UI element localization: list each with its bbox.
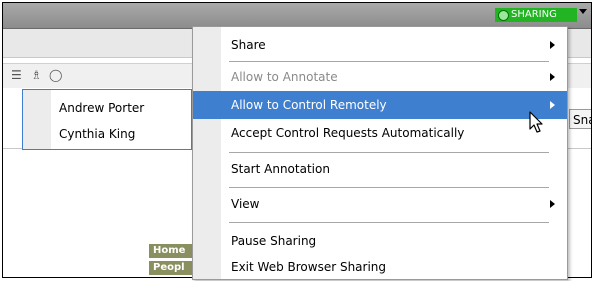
menu-gutter bbox=[23, 90, 51, 149]
menu-item-exit-web-browser-sharing[interactable]: Exit Web Browser Sharing bbox=[193, 253, 567, 281]
sharing-status-label: SHARING bbox=[511, 9, 557, 20]
side-panel-tab[interactable]: Snag bbox=[569, 109, 591, 129]
menu-separator bbox=[229, 152, 549, 153]
sharing-status-button[interactable]: SHARING bbox=[495, 8, 577, 22]
sharing-status-icon bbox=[498, 10, 509, 21]
menu-separator bbox=[229, 222, 549, 223]
people-icon[interactable]: ♗ bbox=[31, 69, 45, 81]
menu-item-start-annotation[interactable]: Start Annotation bbox=[193, 155, 567, 183]
menu-item-accept-control-requests[interactable]: Accept Control Requests Automatically bbox=[193, 119, 567, 147]
side-panel-label: Snag bbox=[573, 113, 591, 127]
menu-item-label: Allow to Annotate bbox=[231, 70, 338, 84]
menu-separator bbox=[229, 61, 549, 62]
submenu-arrow-icon bbox=[550, 200, 555, 208]
mouse-pointer-icon bbox=[529, 111, 543, 133]
menu-item-label: Start Annotation bbox=[231, 162, 330, 176]
menu-item-label: Allow to Control Remotely bbox=[231, 98, 387, 112]
menu-item-allow-to-annotate[interactable]: Allow to Annotate bbox=[193, 63, 567, 91]
menu-item-label: View bbox=[231, 197, 260, 211]
participant-item[interactable]: Andrew Porter bbox=[59, 97, 144, 119]
menu-item-allow-to-control-remotely[interactable]: Allow to Control Remotely bbox=[193, 91, 567, 119]
participant-item[interactable]: Cynthia King bbox=[59, 123, 135, 145]
menu-item-label: Accept Control Requests Automatically bbox=[231, 126, 465, 140]
menu-item-label: Pause Sharing bbox=[231, 234, 317, 248]
participants-submenu: Andrew Porter Cynthia King bbox=[22, 89, 192, 150]
menu-item-label: Share bbox=[231, 38, 266, 52]
submenu-arrow-icon bbox=[550, 101, 555, 109]
dropdown-arrow-icon[interactable] bbox=[579, 9, 587, 14]
menu-item-share[interactable]: Share bbox=[193, 31, 567, 59]
menu-separator bbox=[229, 187, 549, 188]
sharing-context-menu: Share Allow to Annotate Allow to Control… bbox=[192, 26, 568, 280]
chat-icon[interactable]: ◯ bbox=[49, 69, 63, 81]
submenu-arrow-icon bbox=[550, 73, 555, 81]
menu-item-view[interactable]: View bbox=[193, 190, 567, 218]
list-icon[interactable]: ☰ bbox=[11, 69, 25, 81]
menu-item-pause-sharing[interactable]: Pause Sharing bbox=[193, 227, 567, 255]
submenu-arrow-icon bbox=[550, 41, 555, 49]
menu-item-label: Exit Web Browser Sharing bbox=[231, 260, 387, 274]
